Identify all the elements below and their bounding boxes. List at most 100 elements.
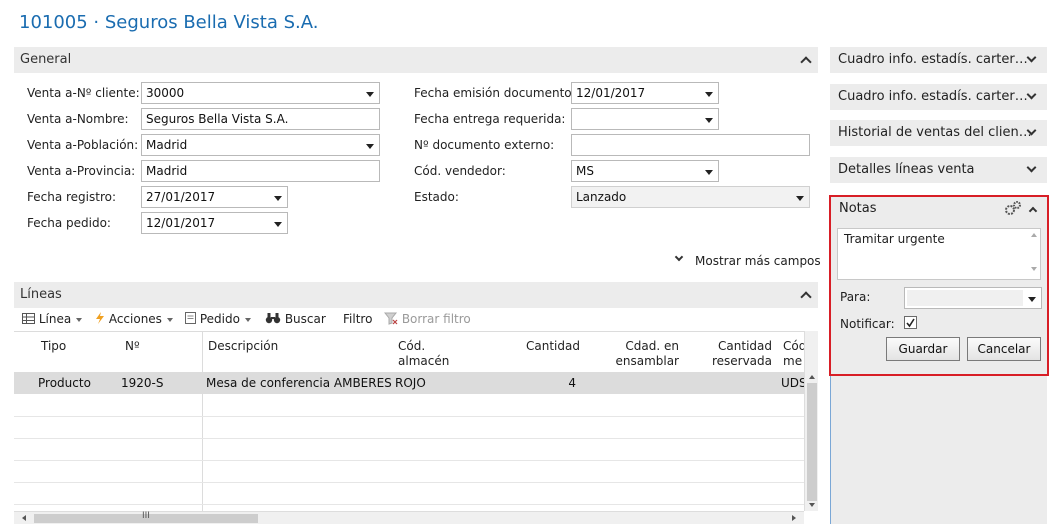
doc-externo-label: Nº documento externo:	[414, 138, 555, 152]
fecha-emision-label: Fecha emisión documento:	[414, 86, 576, 100]
column-header-reservada-line1: Cantidad	[718, 339, 772, 353]
show-more-link[interactable]: Mostrar más campos	[674, 252, 821, 268]
poblacion-label: Venta a-Población:	[27, 138, 139, 152]
vertical-scrollbar[interactable]	[804, 331, 818, 511]
chevron-down-icon[interactable]	[1026, 89, 1037, 100]
buscar-button[interactable]: Buscar	[265, 312, 326, 326]
collapse-icon[interactable]	[1028, 206, 1038, 216]
lineas-header-label: Líneas	[20, 287, 62, 302]
column-header-unidad-line1: Cód	[783, 339, 804, 353]
column-divider	[202, 332, 203, 512]
cell-no: 1920-S	[121, 376, 164, 390]
borrar-filtro-label: Borrar filtro	[401, 312, 471, 326]
fecha-registro-label: Fecha registro:	[27, 190, 117, 204]
fecha-pedido-value: 12/01/2017	[146, 216, 216, 230]
factbox-label: Historial de ventas del clien…	[838, 125, 1032, 140]
linea-label: Línea	[38, 312, 72, 326]
column-header-ensamblar-line1: Cdad. en	[625, 339, 679, 353]
scroll-grip: III	[142, 511, 150, 521]
chevron-down-icon[interactable]	[1026, 52, 1037, 63]
linea-menu[interactable]: Línea	[22, 312, 83, 326]
lineas-grid[interactable]: Tipo Nº Descripción Cód. almacén Cantida…	[14, 331, 804, 512]
factbox-label: Detalles líneas venta	[838, 162, 975, 177]
chevron-down-icon[interactable]	[705, 118, 713, 123]
notas-header-label: Notas	[839, 201, 877, 216]
provincia-field[interactable]: Madrid	[141, 160, 380, 182]
collapse-icon[interactable]	[800, 291, 812, 303]
chevron-down-icon[interactable]	[705, 92, 713, 97]
scroll-track-icon[interactable]	[14, 512, 804, 525]
notas-text: Tramitar urgente	[844, 232, 945, 246]
cliente-field[interactable]: 30000	[141, 82, 380, 104]
factbox-detalles-lineas[interactable]: Detalles líneas venta	[830, 157, 1047, 183]
column-header-almacen[interactable]: Cód. almacén	[398, 339, 449, 369]
guardar-button[interactable]: Guardar	[886, 337, 960, 361]
poblacion-value: Madrid	[146, 138, 188, 152]
chevron-down-icon[interactable]	[366, 92, 374, 97]
filtro-button[interactable]: Filtro	[343, 312, 372, 326]
acciones-menu[interactable]: Acciones	[95, 312, 173, 326]
vendedor-label: Cód. vendedor:	[414, 164, 506, 178]
factbox-historial-ventas[interactable]: Historial de ventas del clien…	[830, 120, 1047, 146]
chevron-down-icon[interactable]	[274, 196, 282, 201]
table-row[interactable]: Producto 1920-S Mesa de conferencia AMBE…	[14, 372, 804, 394]
factbox-label: Cuadro info. estadís. carter…	[838, 52, 1028, 67]
column-header-descripcion[interactable]: Descripción	[208, 339, 278, 354]
general-header[interactable]: General	[14, 47, 818, 73]
horizontal-scrollbar[interactable]: III	[14, 511, 804, 524]
doc-externo-field[interactable]	[571, 134, 810, 156]
fecha-registro-field[interactable]: 27/01/2017	[141, 186, 288, 208]
chevron-down-icon	[674, 252, 684, 262]
acciones-label: Acciones	[108, 312, 162, 326]
row-divider	[14, 438, 804, 439]
nombre-field[interactable]: Seguros Bella Vista S.A.	[141, 108, 380, 130]
chevron-down-icon[interactable]	[705, 170, 713, 175]
para-label: Para:	[840, 290, 871, 304]
nombre-value: Seguros Bella Vista S.A.	[146, 112, 289, 126]
column-header-reservada[interactable]: Cantidad reservada	[708, 339, 772, 369]
collapse-icon[interactable]	[800, 56, 812, 68]
chevron-down-icon[interactable]	[1026, 162, 1037, 173]
document-icon	[185, 312, 196, 324]
factbox-label: Cuadro info. estadís. carter…	[838, 89, 1028, 104]
factbox-cuadro-info-2[interactable]: Cuadro info. estadís. carter…	[830, 84, 1047, 110]
notificar-checkbox[interactable]	[904, 316, 917, 329]
filtro-label: Filtro	[343, 312, 373, 326]
fecha-emision-field[interactable]: 12/01/2017	[571, 82, 719, 104]
row-divider	[14, 416, 804, 417]
cell-almacen: ROJO	[395, 376, 426, 390]
factbox-pane-background	[830, 376, 1047, 524]
scroll-arrows-icon[interactable]	[805, 331, 819, 511]
estado-field[interactable]: Lanzado	[571, 186, 810, 208]
borrar-filtro-button[interactable]: Borrar filtro	[383, 312, 471, 326]
chevron-down-icon[interactable]	[366, 144, 374, 149]
binoculars-icon	[265, 313, 281, 324]
chevron-down-icon[interactable]	[274, 222, 282, 227]
column-header-almacen-line1: Cód.	[398, 339, 426, 353]
fecha-pedido-label: Fecha pedido:	[27, 216, 111, 230]
cell-unidad: UDS	[781, 376, 804, 390]
grid-icon	[22, 313, 35, 324]
provincia-value: Madrid	[146, 164, 188, 178]
chevron-down-icon	[76, 317, 83, 322]
column-header-cantidad[interactable]: Cantidad	[526, 339, 580, 354]
fecha-pedido-field[interactable]: 12/01/2017	[141, 212, 288, 234]
fecha-entrega-label: Fecha entrega requerida:	[414, 112, 566, 126]
poblacion-field[interactable]: Madrid	[141, 134, 380, 156]
para-select[interactable]	[904, 287, 1042, 309]
column-header-unidad[interactable]: Cód me	[783, 339, 804, 369]
gears-icon[interactable]	[1004, 200, 1022, 216]
chevron-down-icon[interactable]	[796, 196, 804, 201]
column-header-tipo[interactable]: Tipo	[41, 339, 66, 354]
cancelar-button[interactable]: Cancelar	[967, 337, 1041, 361]
lineas-header[interactable]: Líneas	[14, 282, 818, 308]
factbox-cuadro-info-1[interactable]: Cuadro info. estadís. carter…	[830, 47, 1047, 73]
notas-textarea[interactable]: Tramitar urgente	[837, 228, 1041, 280]
chevron-down-icon[interactable]	[1028, 297, 1036, 302]
show-more-label: Mostrar más campos	[695, 254, 821, 268]
textarea-scroll-icon[interactable]	[1028, 229, 1040, 279]
pedido-menu[interactable]: Pedido	[185, 312, 251, 326]
fecha-entrega-field[interactable]	[571, 108, 719, 130]
column-header-no[interactable]: Nº	[125, 339, 140, 354]
vendedor-field[interactable]: MS	[571, 160, 719, 182]
